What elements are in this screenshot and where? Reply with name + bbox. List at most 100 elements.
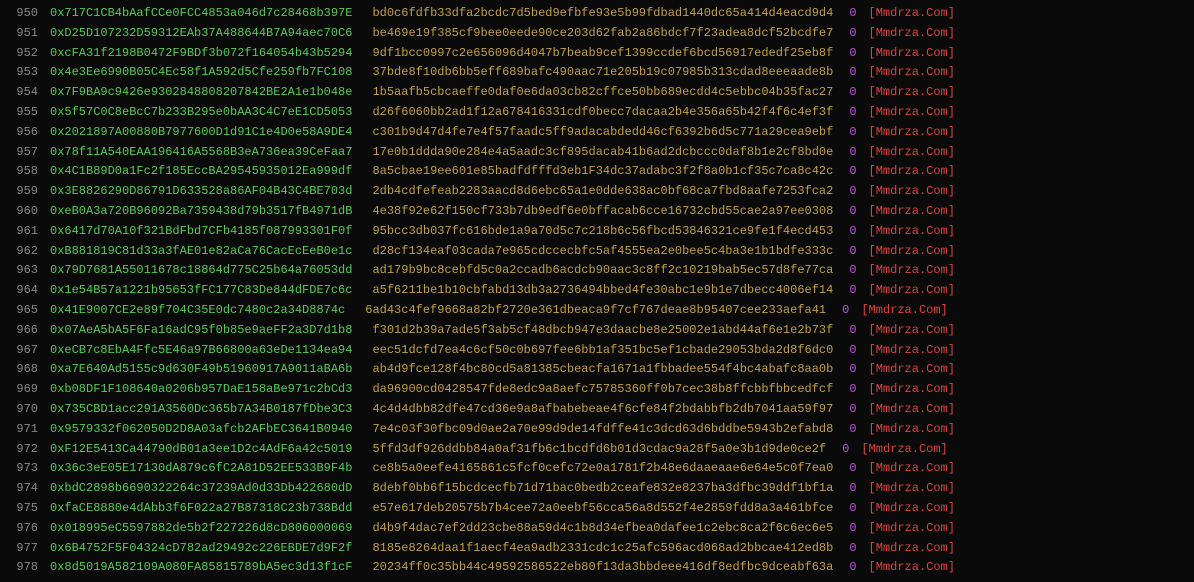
line-number: 974: [8, 479, 38, 499]
source-tag: [Mmdrza.Com]: [869, 162, 955, 182]
hash-value: da96900cd0428547fde8edc9a8aefc75785360ff…: [372, 380, 833, 400]
balance-value: 0: [849, 63, 856, 83]
hex-address: 0xB881819C81d33a3fAE01e82aCa76CacEcEeB0e…: [50, 242, 352, 262]
hex-address: 0x018995eC5597882de5b2f227226d8cD8060000…: [50, 519, 352, 539]
hash-value: e57e617deb20575b7b4cee72a0eebf56cca56a8d…: [372, 499, 833, 519]
balance-value: 0: [849, 321, 856, 341]
output-row: 9670xeCB7c8EbA4Ffc5E46a97B66800a63eDe113…: [8, 341, 1186, 361]
balance-value: 0: [849, 202, 856, 222]
output-row: 9540x7F9BA9c9426e9302848808207842BE2A1e1…: [8, 83, 1186, 103]
line-number: 964: [8, 281, 38, 301]
balance-value: 0: [849, 103, 856, 123]
hash-value: 6ad43c4fef9668a82bf2720e361dbeaca9f7cf76…: [365, 301, 826, 321]
hex-address: 0xD25D107232D59312EAb37A488644B7A94aec70…: [50, 24, 352, 44]
balance-value: 0: [849, 4, 856, 24]
source-tag: [Mmdrza.Com]: [869, 539, 955, 559]
line-number: 960: [8, 202, 38, 222]
line-number: 975: [8, 499, 38, 519]
hex-address: 0x41E9007CE2e89f704C35E0dc7480c2a34D8874…: [50, 301, 345, 321]
hash-value: ad179b9bc8cebfd5c0a2ccadb6acdcb90aac3c8f…: [372, 261, 833, 281]
hash-value: 2db4cdfefeab2283aacd8d6ebc65a1e0dde638ac…: [372, 182, 833, 202]
hex-address: 0x79D7681A55011678c18864d775C25b64a76053…: [50, 261, 352, 281]
hash-value: bd0c6fdfb33dfa2bcdc7d5bed9efbfe93e5b99fd…: [372, 4, 833, 24]
output-row: 9580x4C1B89D0a1Fc2f185EccBA29545935012Ea…: [8, 162, 1186, 182]
line-number: 955: [8, 103, 38, 123]
hash-value: f301d2b39a7ade5f3ab5cf48dbcb947e3daacbe8…: [372, 321, 833, 341]
balance-value: 0: [849, 558, 856, 578]
output-row: 9650x41E9007CE2e89f704C35E0dc7480c2a34D8…: [8, 301, 1186, 321]
hex-address: 0x2021897A00880B7977600D1d91C1e4D0e58A9D…: [50, 123, 352, 143]
output-row: 9610x6417d70A10f321BdFbd7CFb4185f0879933…: [8, 222, 1186, 242]
hash-value: eec51dcfd7ea4c6cf50c0b697fee6bb1af351bc5…: [372, 341, 833, 361]
line-number: 953: [8, 63, 38, 83]
line-number: 956: [8, 123, 38, 143]
source-tag: [Mmdrza.Com]: [869, 459, 955, 479]
source-tag: [Mmdrza.Com]: [869, 360, 955, 380]
balance-value: 0: [849, 479, 856, 499]
balance-value: 0: [849, 519, 856, 539]
output-row: 9570x78f11A540EAA196416A5568B3eA736ea39C…: [8, 143, 1186, 163]
hash-value: 4e38f92e62f150cf733b7db9edf6e0bffacab6cc…: [372, 202, 833, 222]
line-number: 969: [8, 380, 38, 400]
hex-address: 0xb08DF1F108640a0206b957DaE158aBe971c2bC…: [50, 380, 352, 400]
source-tag: [Mmdrza.Com]: [869, 143, 955, 163]
output-row: 956 0x2021897A00880B7977600D1d91C1e4D0e58…: [8, 123, 1186, 143]
balance-value: 0: [849, 24, 856, 44]
balance-value: 0: [849, 400, 856, 420]
source-tag: [Mmdrza.Com]: [861, 440, 947, 460]
hex-address: 0x1e54B57a1221b95653fFC177C83De844dFDE7c…: [50, 281, 352, 301]
hash-value: 95bcc3db037fc616bde1a9a70d5c7c218b6c56fb…: [372, 222, 833, 242]
output-row: 9770x6B4752F5F04324cD782ad29492c226EBDE7…: [8, 539, 1186, 559]
output-row: 9750xfaCE8880e4dAbb3f6F022a27B87318C23b7…: [8, 499, 1186, 519]
balance-value: 0: [849, 360, 856, 380]
source-tag: [Mmdrza.Com]: [869, 479, 955, 499]
line-number: 962: [8, 242, 38, 262]
balance-value: 0: [842, 301, 849, 321]
line-number: 966: [8, 321, 38, 341]
source-tag: [Mmdrza.Com]: [869, 558, 955, 578]
output-row: 9710x9579332f062050D2D8A03afcb2AFbEC3641…: [8, 420, 1186, 440]
line-number: 958: [8, 162, 38, 182]
line-number: 972: [8, 440, 38, 460]
line-number: 977: [8, 539, 38, 559]
hex-address: 0x9579332f062050D2D8A03afcb2AFbEC3641B09…: [50, 420, 352, 440]
hex-address: 0x7F9BA9c9426e9302848808207842BE2A1e1b04…: [50, 83, 352, 103]
source-tag: [Mmdrza.Com]: [869, 182, 955, 202]
terminal-output: 9500x717C1CB4bAafCCe0FCC4853a046d7c28468…: [8, 4, 1186, 578]
output-row: 962 0xB881819C81d33a3fAE01e82aCa76CacEcEe…: [8, 242, 1186, 262]
hash-value: 8185e8264daa1f1aecf4ea9adb2331cdc1c25afc…: [372, 539, 833, 559]
line-number: 976: [8, 519, 38, 539]
balance-value: 0: [849, 341, 856, 361]
output-row: 9550x5f57C0C8eBcC7b233B295e0bAA3C4C7eE1C…: [8, 103, 1186, 123]
balance-value: 0: [849, 182, 856, 202]
source-tag: [Mmdrza.Com]: [869, 103, 955, 123]
output-row: 9520xcFA31f2198B0472F9BDf3b072f164054b43…: [8, 44, 1186, 64]
line-number: 978: [8, 558, 38, 578]
output-row: 9740xbdC2898b6690322264c37239Ad0d33Db422…: [8, 479, 1186, 499]
hash-value: a5f6211be1b10cbfabd13db3a2736494bbed4fe3…: [372, 281, 833, 301]
output-row: 9500x717C1CB4bAafCCe0FCC4853a046d7c28468…: [8, 4, 1186, 24]
hex-address: 0xa7E640Ad5155c9d630F49b51960917A9011aBA…: [50, 360, 352, 380]
output-row: 953 0x4e3Ee6990B05C4Ec58f1A592d5Cfe259fb7…: [8, 63, 1186, 83]
hex-address: 0x36c3eE05E17130dA879c6fC2A81D52EE533B9F…: [50, 459, 352, 479]
balance-value: 0: [849, 222, 856, 242]
source-tag: [Mmdrza.Com]: [869, 341, 955, 361]
hash-value: be469e19f385cf9bee0eede90ce203d62fab2a86…: [372, 24, 833, 44]
line-number: 951: [8, 24, 38, 44]
hash-value: ce8b5a0eefe4165861c5fcf0cefc72e0a1781f2b…: [372, 459, 833, 479]
output-row: 968 0xa7E640Ad5155c9d630F49b51960917A9011…: [8, 360, 1186, 380]
line-number: 959: [8, 182, 38, 202]
line-number: 963: [8, 261, 38, 281]
balance-value: 0: [849, 261, 856, 281]
source-tag: [Mmdrza.Com]: [869, 420, 955, 440]
source-tag: [Mmdrza.Com]: [869, 123, 955, 143]
line-number: 952: [8, 44, 38, 64]
hash-value: d26f6060bb2ad1f12a678416331cdf0becc7daca…: [372, 103, 833, 123]
line-number: 968: [8, 360, 38, 380]
hash-value: 7e4c03f30fbc09d0ae2a70e99d9de14fdffe41c3…: [372, 420, 833, 440]
hex-address: 0xF12E5413Ca44790dB01a3ee1D2c4AdF6a42c50…: [50, 440, 352, 460]
balance-value: 0: [849, 420, 856, 440]
hex-address: 0x4e3Ee6990B05C4Ec58f1A592d5Cfe259fb7FC1…: [50, 63, 352, 83]
line-number: 973: [8, 459, 38, 479]
hash-value: 8a5cbae19ee601e85badfdfffd3eb1F34dc37ada…: [372, 162, 833, 182]
